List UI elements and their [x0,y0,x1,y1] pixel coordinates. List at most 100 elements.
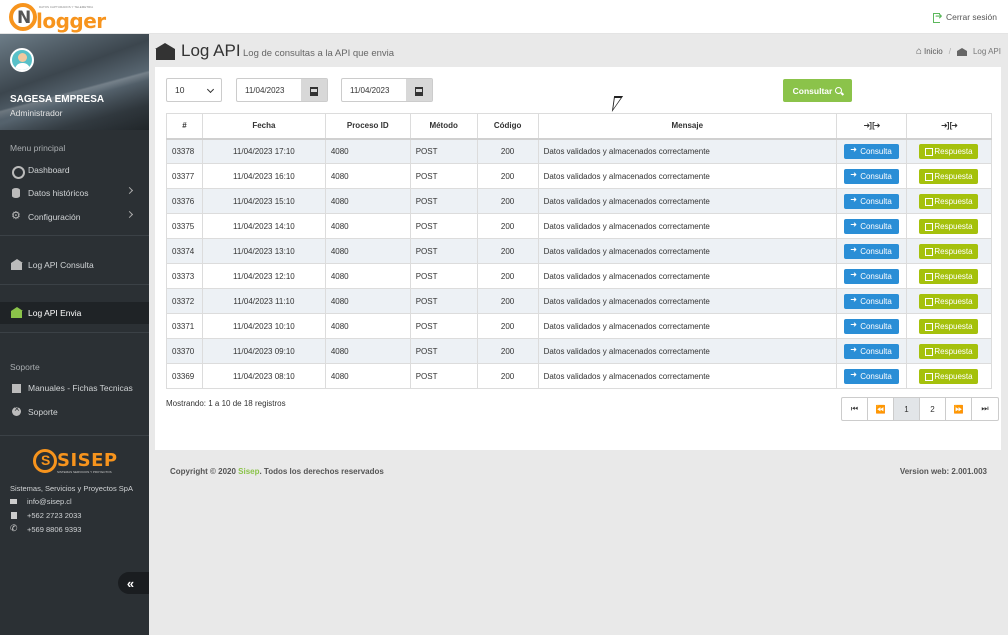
row-codigo: 200 [476,363,539,389]
respuesta-button[interactable]: Respuesta [919,368,979,384]
page-size-select[interactable]: 10 [166,78,222,102]
column-header-consulta: ➜] [➜ [836,113,907,140]
sign-in-icon [850,270,858,280]
footer-brand-link[interactable]: Sisep [238,467,259,476]
breadcrumb-home[interactable]: Inicio [916,46,943,57]
sidebar-item-dashboard[interactable]: Dashboard [0,159,149,181]
row-id: 03374 [166,238,203,264]
calendar-icon[interactable] [406,79,432,101]
nlogger-logo[interactable]: N DATOS CAPTURADOS Y TELEMETRIA logger [9,3,106,33]
page-button-1[interactable]: 1 [894,398,920,420]
menu-section-label: Menu principal [10,143,66,153]
sign-in-icon [850,295,858,305]
respuesta-button[interactable]: Respuesta [919,168,979,184]
respuesta-label: Respuesta [934,271,973,281]
row-codigo: 200 [476,238,539,264]
dashboard-icon [11,165,25,179]
consulta-button[interactable]: Consulta [843,168,899,184]
respuesta-label: Respuesta [934,296,973,306]
row-consulta-cell: Consulta [836,213,907,239]
table-row: 03378 11/04/2023 17:10 4080 POST 200 Datos va… [166,138,993,164]
page-button-2[interactable]: 2 [920,398,946,420]
sidebar-item-log-api-envia[interactable]: Log API Envia [0,302,149,324]
respuesta-button[interactable]: Respuesta [919,218,979,234]
column-header[interactable]: Método [409,113,478,140]
row-respuesta-cell: Respuesta [905,338,993,364]
date-to-value[interactable]: 11/04/2023 [342,79,406,101]
row-respuesta-cell: Respuesta [905,288,993,314]
table-row: 03372 11/04/2023 11:10 4080 POST 200 Datos va… [166,288,993,314]
row-fecha: 11/04/2023 09:10 [201,338,326,364]
sidebar-item-soporte[interactable]: Soporte [0,401,149,423]
logout-link[interactable]: Cerrar sesión [932,11,997,23]
date-to-field[interactable]: 11/04/2023 [341,78,433,102]
column-header[interactable]: Mensaje [537,113,838,140]
row-respuesta-cell: Respuesta [905,188,993,214]
table-header-row: # Fecha Proceso ID Método Código Mensaje… [166,113,993,140]
respuesta-label: Respuesta [934,221,973,231]
sidebar-item-configuracion[interactable]: Configuración [0,206,149,228]
consulta-button[interactable]: Consulta [843,243,899,259]
double-chevron-left-icon: « [126,575,135,591]
consulta-button[interactable]: Consulta [843,268,899,284]
page-title: Log API [181,41,241,60]
respuesta-button[interactable]: Respuesta [919,143,979,159]
date-from-field[interactable]: 11/04/2023 [236,78,328,102]
row-id: 03372 [166,288,203,314]
consultar-button[interactable]: Consultar [783,79,852,102]
date-from-value[interactable]: 11/04/2023 [237,79,301,101]
next-page-button[interactable]: ⏩ [946,398,972,420]
respuesta-button[interactable]: Respuesta [919,318,979,334]
consulta-button[interactable]: Consulta [843,318,899,334]
phone-icon [10,523,18,534]
chevron-down-icon [206,85,215,94]
row-mensaje: Datos validados y almacenados correctame… [537,238,838,264]
calendar-icon[interactable] [301,79,327,101]
user-role: Administrador [10,108,63,118]
sidebar-item-datos-historicos[interactable]: Datos históricos [0,182,149,204]
row-metodo: POST [409,313,478,339]
respuesta-button[interactable]: Respuesta [919,343,979,359]
sign-out-icon [925,197,934,206]
column-header[interactable]: Código [476,113,539,140]
column-header[interactable]: Fecha [201,113,326,140]
respuesta-button[interactable]: Respuesta [919,293,979,309]
consulta-button[interactable]: Consulta [843,293,899,309]
sidebar-item-manuales[interactable]: Manuales - Fichas Tecnicas [0,377,149,399]
row-codigo: 200 [476,288,539,314]
collapse-sidebar-button[interactable]: « [118,572,149,594]
consulta-label: Consulta [860,221,892,231]
first-page-button[interactable]: ⏮ [842,398,868,420]
consulta-label: Consulta [860,371,892,381]
row-proceso-id: 4080 [324,288,411,314]
logo-ring: N [9,3,37,31]
column-header[interactable]: Proceso ID [324,113,411,140]
row-respuesta-cell: Respuesta [905,238,993,264]
row-id: 03377 [166,163,203,189]
consulta-button[interactable]: Consulta [843,218,899,234]
sisep-logo-text: SISEP [57,450,118,471]
prev-page-button[interactable]: ⏪ [868,398,894,420]
respuesta-button[interactable]: Respuesta [919,268,979,284]
respuesta-button[interactable]: Respuesta [919,243,979,259]
breadcrumb-home-label: Inicio [924,47,943,56]
avatar[interactable] [10,48,34,72]
row-id: 03370 [166,338,203,364]
last-page-button[interactable]: ⏭ [972,398,998,420]
consulta-button[interactable]: Consulta [843,368,899,384]
sign-in-icon [850,170,858,180]
column-header[interactable]: # [166,113,203,140]
respuesta-button[interactable]: Respuesta [919,193,979,209]
footer-version: Version web: 2.001.003 [899,467,987,476]
email-text: info@sisep.cl [27,497,72,506]
consulta-button[interactable]: Consulta [843,193,899,209]
consulta-button[interactable]: Consulta [843,343,899,359]
sign-out-icon [925,172,934,181]
row-metodo: POST [409,363,478,389]
consulta-button[interactable]: Consulta [843,143,899,159]
row-metodo: POST [409,338,478,364]
respuesta-label: Respuesta [934,346,973,356]
contact-email[interactable]: info@sisep.cl [10,497,72,506]
sidebar-item-log-api-consulta[interactable]: Log API Consulta [0,254,149,276]
row-consulta-cell: Consulta [836,238,907,264]
